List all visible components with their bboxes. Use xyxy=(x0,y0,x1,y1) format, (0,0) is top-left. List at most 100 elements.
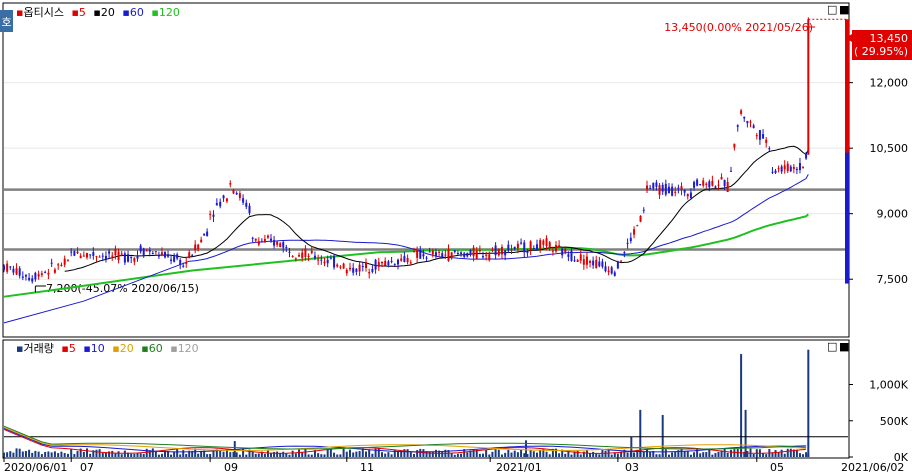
volume-bar xyxy=(592,451,595,457)
volume-bar xyxy=(160,453,163,457)
candle-body xyxy=(21,276,24,278)
candle-body xyxy=(413,251,415,253)
candle-body xyxy=(720,176,723,180)
candle-body xyxy=(686,193,689,197)
price-tick-label-3: 7,500 xyxy=(877,273,909,286)
volume-bar xyxy=(456,453,459,457)
candle-body xyxy=(298,255,301,257)
volume-bar xyxy=(570,454,573,457)
stock-chart: 호 ▪옵티시스 ▪5 ▪20 ▪60 ▪120 ▪거래량 ▪5 ▪10 ▪20 … xyxy=(0,2,912,474)
candle-body xyxy=(723,179,726,187)
candle-body xyxy=(368,272,371,274)
candle-body xyxy=(752,125,755,128)
candle-body xyxy=(658,185,661,195)
candle-body xyxy=(270,238,273,241)
candle-body xyxy=(307,256,310,258)
volume-panel[interactable] xyxy=(2,339,850,459)
candle-body xyxy=(529,241,532,251)
candle-body xyxy=(257,241,260,245)
volume-bar xyxy=(805,452,808,457)
price-series-title: 옵티시스 xyxy=(23,6,63,19)
candle-body xyxy=(111,255,114,257)
candle-body xyxy=(44,271,47,273)
candle-body xyxy=(661,184,664,192)
candle-body xyxy=(786,163,789,171)
x-label-1: 07 xyxy=(80,461,94,474)
volume-bar xyxy=(101,453,104,457)
volume-bar xyxy=(705,452,708,457)
candle-body xyxy=(336,264,339,267)
volume-bar xyxy=(24,450,27,457)
candle-body xyxy=(76,251,79,254)
x-label-6: 05 xyxy=(770,461,784,474)
volume-bar xyxy=(37,451,40,457)
volume-bar xyxy=(257,453,260,457)
volume-bar xyxy=(390,454,393,457)
candle-body xyxy=(145,250,148,252)
volume-bar xyxy=(273,451,276,457)
volume-bar xyxy=(44,451,47,457)
volume-bar xyxy=(558,453,561,457)
volume-bar xyxy=(717,451,720,457)
candle-body xyxy=(232,189,235,194)
price-restore-button[interactable]: □ xyxy=(827,3,837,16)
volume-bar xyxy=(182,450,185,457)
volume-bar xyxy=(222,451,225,457)
candle-body xyxy=(714,186,717,188)
candle-body xyxy=(242,198,245,203)
volume-bar xyxy=(520,449,523,457)
candle-body xyxy=(545,238,548,247)
candle-body xyxy=(494,245,497,256)
candle-body xyxy=(279,243,282,248)
volume-bar xyxy=(610,454,613,457)
candle-body xyxy=(510,249,513,251)
candle-body xyxy=(117,251,120,261)
legend-marker-ma60: ▪ xyxy=(122,6,129,19)
volume-bar xyxy=(523,453,526,457)
volume-restore-button[interactable]: □ xyxy=(827,340,837,353)
candle-body xyxy=(680,186,683,191)
candle-body xyxy=(18,268,21,276)
candle-body xyxy=(736,125,739,127)
volume-series-title: 거래량 xyxy=(23,342,53,355)
x-label-5: 03 xyxy=(625,461,639,474)
candle-body xyxy=(120,253,123,255)
candle-body xyxy=(472,247,475,257)
candle-body xyxy=(475,250,478,259)
candle-body xyxy=(450,252,453,258)
price-close-button[interactable]: ■ xyxy=(839,3,849,16)
volume-bar xyxy=(542,448,545,457)
candle-body xyxy=(70,251,73,253)
candle-body xyxy=(733,143,736,148)
candle-body xyxy=(235,192,238,195)
candle-body xyxy=(460,252,463,254)
candle-body xyxy=(558,245,561,248)
candle-body xyxy=(396,259,399,265)
candle-body xyxy=(229,183,232,185)
volume-bar xyxy=(18,448,21,457)
x-label-2: 09 xyxy=(224,461,238,474)
candle-body xyxy=(323,261,326,264)
candle-body xyxy=(431,250,434,255)
candle-body xyxy=(539,240,542,250)
volume-spike-6 xyxy=(744,409,747,457)
candle-body xyxy=(573,260,576,262)
volume-close-button[interactable]: ■ xyxy=(839,340,849,353)
volume-bar xyxy=(693,452,696,457)
volume-bar xyxy=(482,453,485,457)
volume-bar xyxy=(589,453,592,457)
candle-body xyxy=(37,274,40,277)
candle-body xyxy=(92,252,95,256)
volume-bar xyxy=(532,451,535,457)
candle-body xyxy=(238,193,241,198)
candle-body xyxy=(273,240,276,246)
candle-body xyxy=(485,254,488,256)
side-profile-up xyxy=(845,19,849,153)
candle-body xyxy=(95,256,98,258)
volume-bar xyxy=(510,452,513,457)
volume-bar xyxy=(413,454,415,457)
volume-bar xyxy=(206,454,209,457)
candle-body xyxy=(469,249,472,255)
candle-body xyxy=(633,229,636,235)
volume-bar xyxy=(266,450,269,457)
